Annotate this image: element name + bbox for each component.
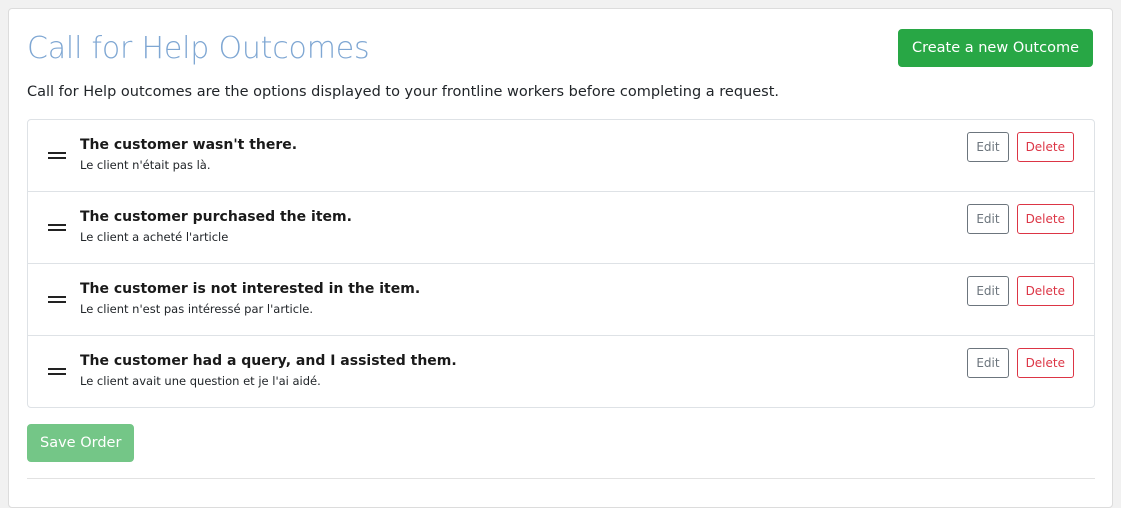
drag-handle-icon[interactable] [48,151,66,159]
outcome-texts: The customer purchased the item. Le clie… [80,209,352,244]
edit-button[interactable]: Edit [967,132,1009,162]
outcome-texts: The customer is not interested in the it… [80,281,420,316]
edit-button[interactable]: Edit [967,204,1009,234]
drag-handle-icon[interactable] [48,295,66,303]
outcome-label: The customer had a query, and I assisted… [80,353,457,369]
outcome-translation: Le client a acheté l'article [80,230,229,244]
outcome-translation: Le client avait une question et je l'ai … [80,374,321,388]
delete-button[interactable]: Delete [1016,348,1074,378]
outcome-texts: The customer had a query, and I assisted… [80,353,457,388]
outcomes-card: Call for Help Outcomes Create a new Outc… [8,8,1113,508]
delete-button[interactable]: Delete [1016,276,1074,306]
row-actions: Edit Delete [967,204,1074,234]
list-item[interactable]: The customer had a query, and I assisted… [28,336,1094,407]
outcome-translation: Le client n'était pas là. [80,158,211,172]
outcomes-list: The customer wasn't there. Le client n'é… [27,119,1095,408]
create-outcome-button[interactable]: Create a new Outcome [897,29,1093,67]
save-order-button[interactable]: Save Order [27,424,135,462]
list-item[interactable]: The customer wasn't there. Le client n'é… [28,120,1094,192]
outcome-translation: Le client n'est pas intéressé par l'arti… [80,302,313,316]
drag-handle-icon[interactable] [48,367,66,375]
divider [27,478,1095,479]
edit-button[interactable]: Edit [967,348,1009,378]
row-actions: Edit Delete [967,132,1074,162]
list-item[interactable]: The customer is not interested in the it… [28,264,1094,336]
edit-button[interactable]: Edit [967,276,1009,306]
outcome-label: The customer wasn't there. [80,137,298,153]
delete-button[interactable]: Delete [1016,132,1074,162]
page-title: Call for Help Outcomes [27,31,370,66]
row-actions: Edit Delete [967,276,1074,306]
outcome-label: The customer purchased the item. [80,209,352,225]
outcome-label: The customer is not interested in the it… [80,281,421,297]
page-description: Call for Help outcomes are the options d… [27,84,779,100]
row-actions: Edit Delete [967,348,1074,378]
outcome-texts: The customer wasn't there. Le client n'é… [80,137,297,172]
list-item[interactable]: The customer purchased the item. Le clie… [28,192,1094,264]
delete-button[interactable]: Delete [1016,204,1074,234]
drag-handle-icon[interactable] [48,223,66,231]
